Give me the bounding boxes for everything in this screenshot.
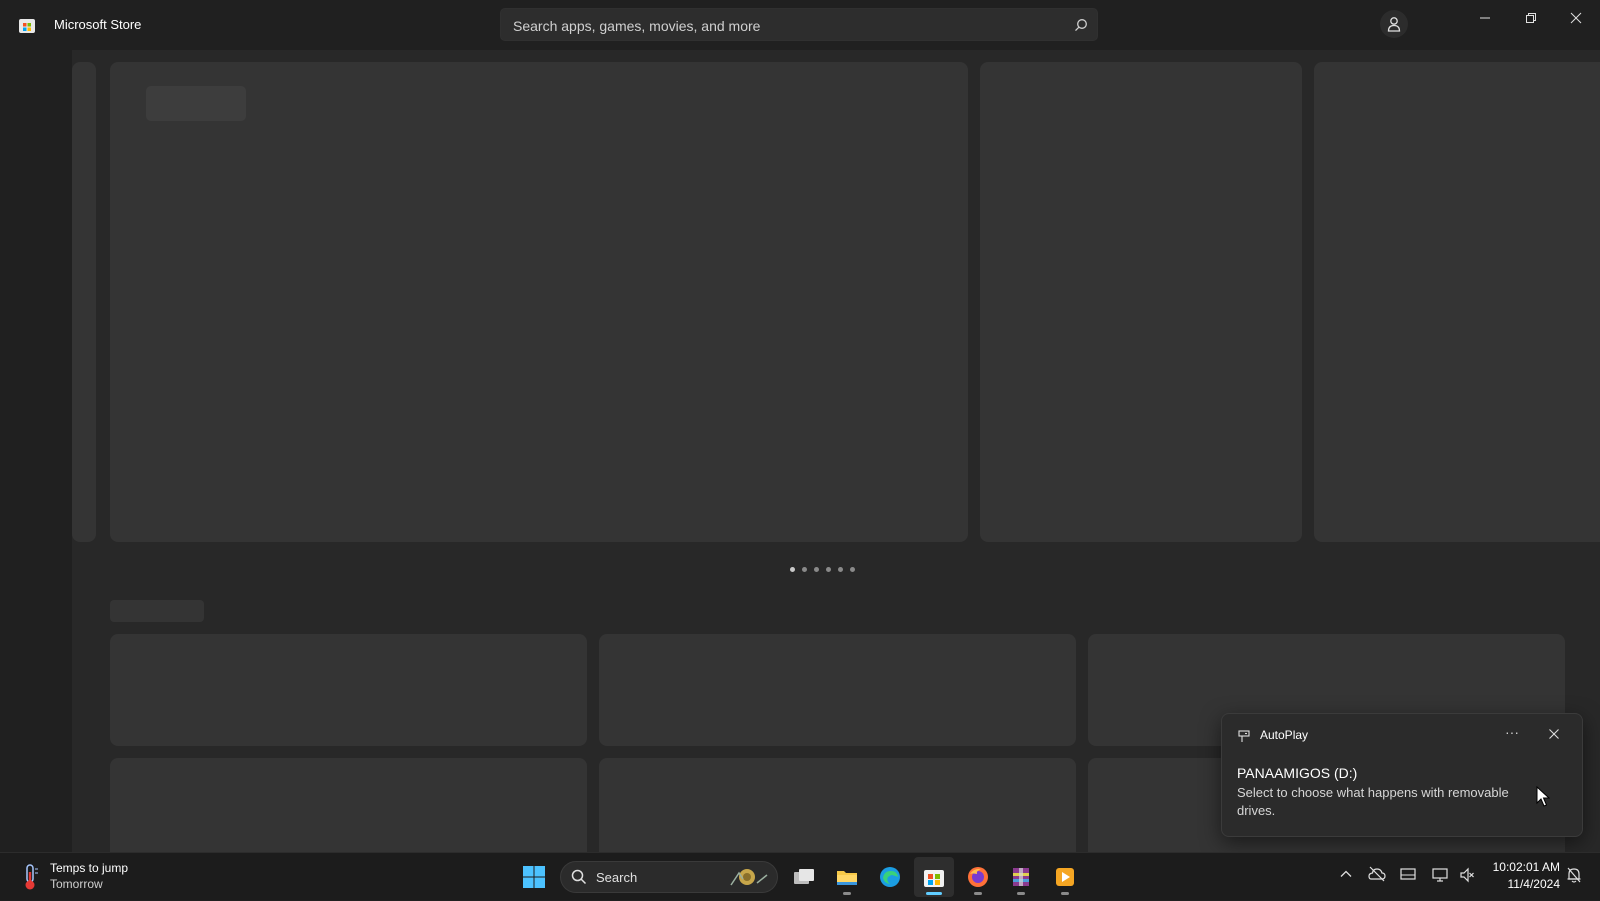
chevron-up-icon[interactable] (1339, 867, 1353, 881)
search-icon[interactable] (1073, 17, 1089, 33)
taskbar-app-file-explorer[interactable] (827, 857, 867, 897)
running-indicator (974, 892, 982, 895)
tile-placeholder[interactable] (599, 634, 1076, 746)
tile-placeholder[interactable] (599, 758, 1076, 854)
carousel-dot[interactable] (838, 567, 843, 573)
edge-browser-icon (880, 867, 900, 887)
thermometer-icon (25, 864, 38, 890)
windows-logo-icon (523, 866, 545, 888)
carousel-dot[interactable] (790, 567, 795, 573)
taskbar-app-firefox[interactable] (958, 857, 998, 897)
hero-card-tertiary-placeholder[interactable] (1314, 62, 1600, 542)
running-indicator (843, 892, 851, 895)
search-icon (571, 869, 587, 885)
store-search-box[interactable] (500, 8, 1098, 41)
profile-button[interactable] (1380, 10, 1408, 38)
close-icon (1549, 729, 1559, 739)
carousel-dot[interactable] (814, 567, 819, 573)
taskbar: Temps to jump Tomorrow Search 10:02:01 A… (0, 852, 1600, 900)
weather-title: Temps to jump (50, 861, 129, 875)
clock-date: 11/4/2024 (1507, 877, 1561, 891)
hero-card-placeholder[interactable] (110, 62, 968, 542)
autoplay-icon (1238, 730, 1250, 748)
carousel-dot[interactable] (826, 567, 831, 573)
running-indicator (1017, 892, 1025, 895)
task-view-icon (794, 869, 814, 884)
hero-card-prev-placeholder[interactable] (72, 62, 96, 542)
notification-title: PANAAMIGOS (D:) (1237, 765, 1358, 781)
notification-bell-icon[interactable] (1565, 866, 1583, 884)
app-title: Microsoft Store (54, 17, 142, 32)
task-view-button[interactable] (784, 857, 824, 897)
title-bar: Microsoft Store (0, 0, 1600, 48)
archive-app-icon (1013, 868, 1029, 886)
notification-more-button[interactable]: ··· (1498, 722, 1526, 746)
search-highlight-icon (730, 869, 768, 886)
notification-close-button[interactable] (1542, 722, 1566, 746)
folder-icon (837, 871, 857, 885)
person-icon (1387, 17, 1401, 32)
carousel-dot[interactable] (850, 567, 855, 573)
clock-time: 10:02:01 AM (1492, 860, 1560, 874)
volume-muted-icon[interactable] (1459, 867, 1475, 883)
weather-widget[interactable]: Temps to jump Tomorrow (0, 853, 150, 901)
running-indicator (1061, 892, 1069, 895)
store-search-input[interactable] (511, 15, 1055, 37)
restore-button[interactable] (1511, 4, 1551, 32)
taskbar-app-edge[interactable] (870, 857, 910, 897)
media-player-icon (1056, 868, 1074, 886)
taskbar-app-media-player[interactable] (1045, 857, 1085, 897)
hero-button-placeholder (146, 86, 246, 121)
display-icon[interactable] (1432, 867, 1448, 883)
tile-placeholder[interactable] (110, 634, 587, 746)
notification-body: Select to choose what happens with remov… (1237, 785, 1509, 818)
start-button[interactable] (514, 857, 554, 897)
keyboard-icon[interactable] (1400, 867, 1416, 881)
taskbar-app-microsoft-store[interactable] (914, 857, 954, 897)
notification-app-name: AutoPlay (1260, 728, 1309, 742)
onedrive-offline-icon[interactable] (1368, 866, 1386, 882)
section-title-placeholder (110, 600, 204, 622)
firefox-icon (968, 867, 988, 887)
tile-placeholder[interactable] (110, 758, 587, 854)
close-icon (1570, 12, 1582, 24)
mouse-cursor-icon (1536, 786, 1550, 807)
taskbar-search-box[interactable]: Search (560, 861, 778, 893)
taskbar-app-archive[interactable] (1001, 857, 1041, 897)
microsoft-store-icon (18, 16, 36, 34)
restore-icon (1526, 13, 1536, 23)
carousel-pager[interactable] (790, 561, 862, 573)
hero-card-secondary-placeholder[interactable] (980, 62, 1302, 542)
close-window-button[interactable] (1556, 4, 1596, 32)
weather-subtitle: Tomorrow (50, 877, 103, 891)
active-indicator (926, 892, 942, 895)
minimize-icon (1480, 17, 1490, 19)
autoplay-notification[interactable]: AutoPlay ··· PANAAMIGOS (D:) Select to c… (1221, 713, 1583, 837)
taskbar-search-label: Search (596, 870, 638, 885)
minimize-button[interactable] (1465, 4, 1505, 32)
microsoft-store-icon (924, 870, 944, 887)
carousel-dot[interactable] (802, 567, 807, 573)
